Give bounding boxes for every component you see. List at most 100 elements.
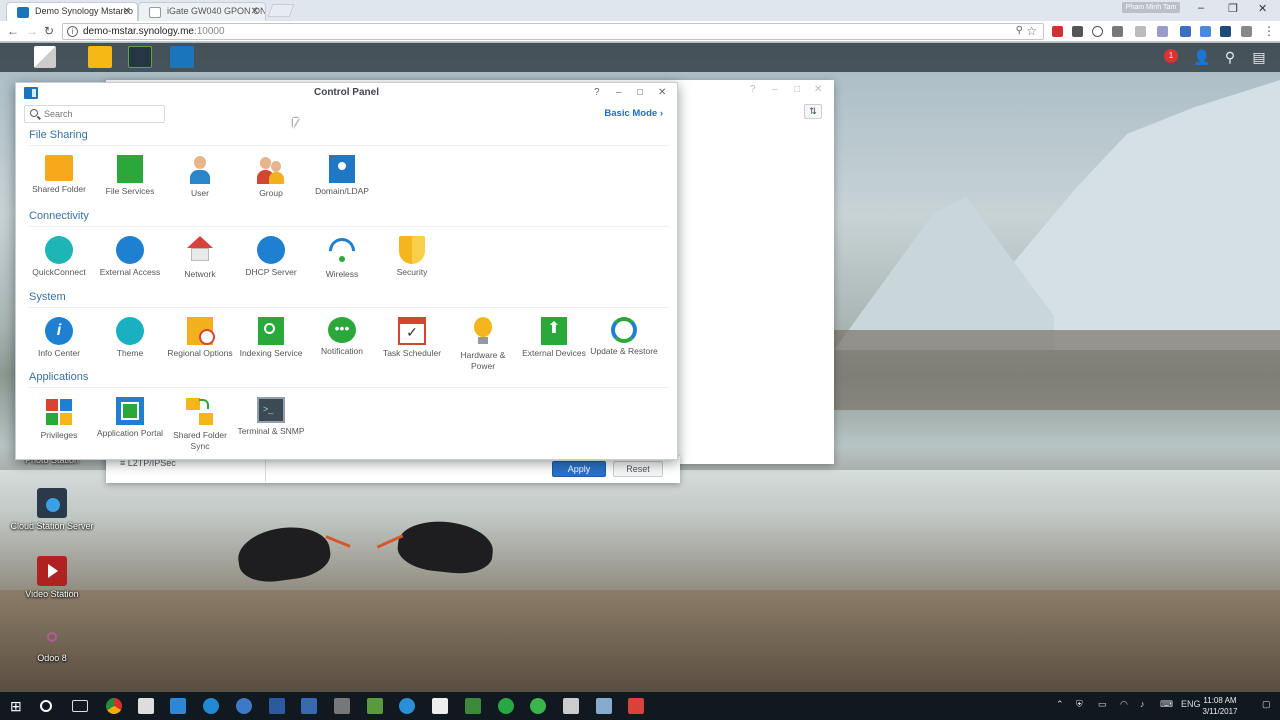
item-shared-folder-sync[interactable]: Shared Folder Sync [165,397,235,451]
browser-tab-active[interactable]: Demo Synology Mstarco ✕ [6,2,138,21]
taskbar-app-icon[interactable] [596,698,612,714]
search-input[interactable] [44,108,159,120]
search-field[interactable] [24,105,165,123]
browser-tab[interactable]: iGate GW040 GPON ON ✕ [138,2,266,21]
item-regional-options[interactable]: Regional Options [165,317,235,359]
search-icon[interactable]: ⚲ [1222,49,1238,65]
item-file-services[interactable]: File Services [95,155,165,197]
taskbar-app-icon[interactable] [301,698,317,714]
vpn-server-icon[interactable] [128,46,152,68]
extension-icon[interactable] [1052,26,1063,37]
item-user[interactable]: User [165,155,235,199]
item-quickconnect[interactable]: QuickConnect [24,236,94,278]
taskbar-app-icon[interactable] [269,698,285,714]
extension-icon[interactable] [1180,26,1191,37]
taskbar-app-icon[interactable] [138,698,154,714]
reload-icon[interactable]: ↻ [44,24,54,38]
item-notification[interactable]: ••• Notification [307,317,377,357]
item-hardware-power[interactable]: Hardware & Power [448,317,518,371]
item-shared-folder[interactable]: Shared Folder [24,155,94,195]
reset-button[interactable]: Reset [613,461,663,477]
download-icon[interactable] [1135,26,1146,37]
minimize-icon[interactable]: – [616,87,622,98]
item-application-portal[interactable]: Application Portal [95,397,165,439]
user-icon[interactable]: 👤 [1193,49,1210,65]
address-bar[interactable]: i demo-mstar.synology.me:10000 ⚲ ☆ [62,23,1044,40]
extension-icon[interactable] [1072,26,1083,37]
desktop-icon-odoo[interactable]: Odoo 8 [7,628,97,663]
keyboard-icon[interactable]: ⌨ [1160,699,1173,710]
maximize-icon[interactable]: □ [637,87,643,98]
wifi-icon[interactable]: ◠ [1120,699,1128,710]
taskbar-app-icon[interactable] [399,698,415,714]
widgets-icon[interactable]: ▤ [1251,49,1267,65]
basic-mode-link[interactable]: Basic Mode › [604,108,663,119]
mail-icon[interactable] [432,698,448,714]
item-terminal-snmp[interactable]: >_ Terminal & SNMP [236,397,306,437]
item-group[interactable]: Group [236,155,306,199]
taskbar-app-icon[interactable] [367,698,383,714]
extension-icon[interactable] [1220,26,1231,37]
desktop-icon-video-station[interactable]: Video Station [7,556,97,599]
notifications-icon[interactable]: 1 [1164,49,1178,63]
key-icon[interactable]: ⚲ [1016,25,1023,36]
item-security[interactable]: Security [377,236,447,278]
extension-icon[interactable] [1092,26,1103,37]
action-center-icon[interactable]: ▢ [1262,699,1271,710]
minimize-icon[interactable]: – [772,84,778,95]
chrome-icon[interactable] [106,698,122,714]
taskbar-app-icon[interactable] [498,698,514,714]
item-dhcp-server[interactable]: DHCP Server [236,236,306,278]
taskbar-app-icon[interactable] [170,698,186,714]
restore-icon[interactable]: ❐ [1228,2,1238,15]
cortana-icon[interactable] [40,700,52,712]
close-tab-icon[interactable]: ✕ [123,6,131,17]
task-view-icon[interactable] [72,700,88,712]
control-panel-icon[interactable] [170,46,194,68]
taskbar-app-icon[interactable] [628,698,644,714]
back-icon[interactable]: ← [7,24,19,38]
forward-icon[interactable]: → [26,24,38,38]
close-icon[interactable]: ✕ [814,84,822,95]
extension-icon[interactable] [1157,26,1168,37]
item-network[interactable]: Network [165,236,235,280]
minimize-icon[interactable]: – [1198,2,1204,14]
taskbar-app-icon[interactable] [236,698,252,714]
taskbar-app-icon[interactable] [203,698,219,714]
clock[interactable]: 11:08 AM 3/11/2017 [1198,695,1242,717]
taskbar-app-icon[interactable] [563,698,579,714]
item-external-devices[interactable]: ⬆ External Devices [519,317,589,359]
item-update-restore[interactable]: Update & Restore [589,317,659,357]
apply-button[interactable]: Apply [552,461,606,477]
extension-icon[interactable] [1200,26,1211,37]
sort-icon[interactable]: ⇅ [804,104,822,119]
profile-badge[interactable]: Pham Minh Tam [1122,2,1180,13]
item-theme[interactable]: Theme [95,317,165,359]
taskbar-app-icon[interactable] [465,698,481,714]
new-tab-button[interactable] [267,4,295,17]
maximize-icon[interactable]: □ [794,84,800,95]
taskbar-app-icon[interactable] [530,698,546,714]
item-indexing-service[interactable]: Indexing Service [236,317,306,359]
shield-tray-icon[interactable]: ⛨ [1076,699,1083,710]
tray-app-icon[interactable]: ▭ [1098,699,1107,710]
item-wireless[interactable]: Wireless [307,232,377,280]
item-privileges[interactable]: Privileges [24,397,94,441]
menu-icon[interactable]: ⋮ [1263,24,1275,38]
show-hidden-icons-icon[interactable]: ⌃ [1056,699,1064,710]
bookmark-star-icon[interactable]: ☆ [1026,24,1037,38]
item-external-access[interactable]: External Access [95,236,165,278]
close-window-icon[interactable]: ✕ [1258,2,1267,15]
item-domain-ldap[interactable]: Domain/LDAP [307,155,377,197]
volume-icon[interactable]: ♪ [1140,699,1145,709]
main-menu-icon[interactable] [34,46,56,68]
help-icon[interactable]: ? [750,84,756,95]
extension-icon[interactable] [1112,26,1123,37]
desktop-icon-cloud-station-server[interactable]: Cloud Station Server [7,488,97,531]
item-info-center[interactable]: i Info Center [24,317,94,359]
help-icon[interactable]: ? [594,87,600,98]
close-icon[interactable]: ✕ [658,87,666,98]
item-task-scheduler[interactable]: ✓ Task Scheduler [377,317,447,359]
file-station-icon[interactable] [88,46,112,68]
windows-start-icon[interactable]: ⊞ [10,698,26,714]
